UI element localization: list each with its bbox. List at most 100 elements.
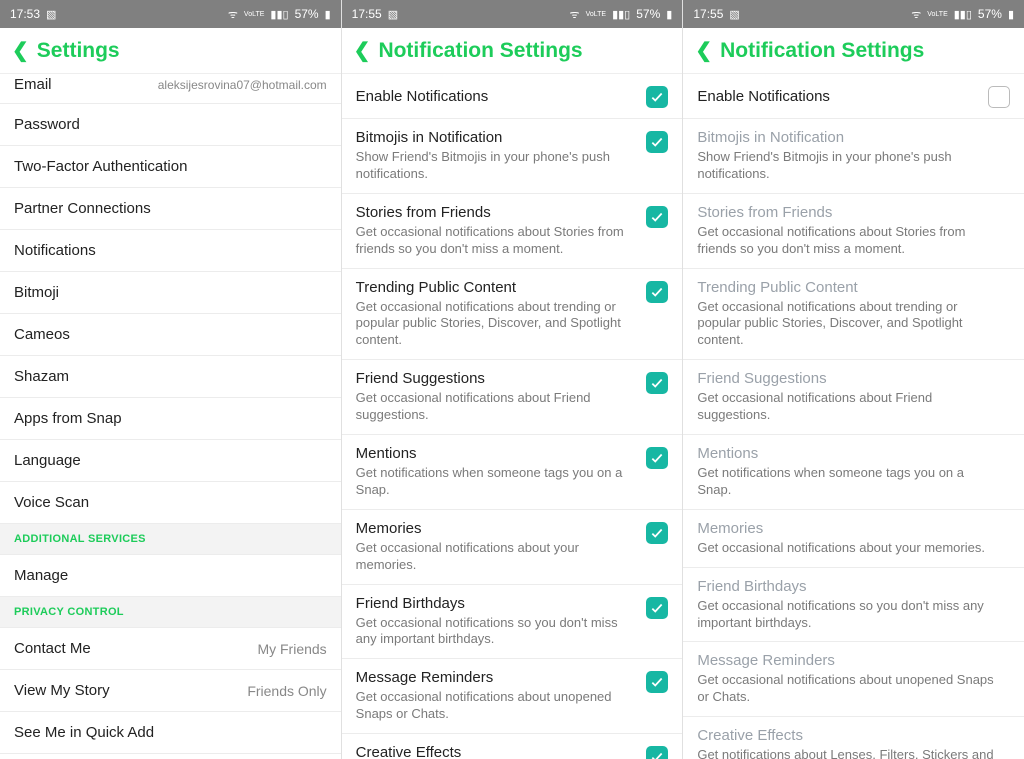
section-additional-services: ADDITIONAL SERVICES [0,524,341,555]
notification-row-title: Mentions [697,445,1000,462]
notification-row: Friend Suggestions Get occasional notific… [683,360,1024,435]
settings-row-email[interactable]: Email aleksijesrovina07@hotmail.com [0,74,341,104]
notification-row[interactable]: Trending Public Content Get occasional no… [342,269,683,361]
notification-row-title: Trending Public Content [356,279,637,296]
notification-row-title: Stories from Friends [697,204,1000,221]
enable-notifications-row[interactable]: Enable Notifications [342,74,683,119]
wifi-icon: ᯤ [570,7,580,22]
back-chevron-icon[interactable]: ❮ [12,38,29,63]
volte-icon: VoLTE [244,11,265,18]
notification-row: Stories from FriendsGet occasional notif… [683,194,1024,269]
checkbox-checked-icon[interactable] [646,746,668,759]
settings-row-view-my-story[interactable]: View My Story Friends Only [0,670,341,712]
checkbox-checked-icon[interactable] [646,372,668,394]
notification-row-title: Bitmojis in Notification [697,129,1000,146]
notification-row-title: Memories [697,520,1000,537]
notification-row-subtitle: Get occasional notifications so you don'… [356,615,637,649]
battery-pct: 57% [295,7,319,21]
notification-list[interactable]: Enable NotificationsBitmojis in Notifica… [342,74,683,759]
notification-row-title: Friend Birthdays [697,578,1000,595]
settings-row-shazam[interactable]: Shazam [0,356,341,398]
notification-row-subtitle: Get occasional notifications about your … [356,540,637,574]
phone-notifications-enabled: 17:55 ▧ ᯤ VoLTE ▮▮▯ 57% ▮ ❮ Notification… [342,0,684,759]
notification-row-subtitle: Get notifications when someone tags you … [356,465,637,499]
checkbox-checked-icon[interactable] [646,522,668,544]
notification-row: Trending Public ContentGet occasional no… [683,269,1024,361]
back-chevron-icon[interactable]: ❮ [695,38,712,63]
settings-row-partner-connections[interactable]: Partner Connections [0,188,341,230]
notification-row[interactable]: Stories from FriendsGet occasional notif… [342,194,683,269]
page-header: ❮ Notification Settings [342,28,683,74]
notification-row-subtitle: Get occasional notifications so you don'… [697,598,1000,632]
notification-row[interactable]: Friend Birthdays Get occasional notificat… [342,585,683,660]
notification-row[interactable]: Message Reminders Get occasional notifica… [342,659,683,734]
notification-row-subtitle: Get notifications when someone tags you … [697,465,1000,499]
page-title: Notification Settings [720,39,924,63]
settings-row-cameos[interactable]: Cameos [0,314,341,356]
battery-icon: ▮ [666,8,672,21]
notification-row[interactable]: Creative EffectsGet notifications about … [342,734,683,759]
notification-row[interactable]: Friend SuggestionsGet occasional notific… [342,360,683,435]
notification-row-title: Message Reminders [356,669,637,686]
checkbox-checked-icon[interactable] [646,86,668,108]
notification-row[interactable]: Mentions Get notifications when someone t… [342,435,683,510]
battery-icon: ▮ [1008,8,1014,21]
notification-row-subtitle: Get occasional notifications about unope… [697,672,1000,706]
settings-row-language[interactable]: Language [0,440,341,482]
checkbox-checked-icon[interactable] [646,447,668,469]
picture-icon: ▧ [729,8,739,21]
notification-row-title: Friend Suggestions [697,370,1000,387]
page-header: ❮ Notification Settings [683,28,1024,74]
notification-row-title: Bitmojis in Notification [356,129,637,146]
wifi-icon: ᯤ [911,7,921,22]
wifi-icon: ᯤ [228,7,238,22]
settings-row-voice-scan[interactable]: Voice Scan [0,482,341,524]
checkbox-checked-icon[interactable] [646,281,668,303]
signal-icon: ▮▮▯ [954,8,972,21]
settings-row-2fa[interactable]: Two-Factor Authentication [0,146,341,188]
checkbox-unchecked-icon[interactable] [988,86,1010,108]
notification-row: Mentions Get notifications when someone t… [683,435,1024,510]
enable-notifications-title: Enable Notifications [697,88,978,105]
status-bar: 17:55 ▧ ᯤ VoLTE ▮▮▯ 57% ▮ [342,0,683,28]
picture-icon: ▧ [388,8,398,21]
status-bar: 17:53 ▧ ᯤ VoLTE ▮▮▯ 57% ▮ [0,0,341,28]
notification-row-title: Mentions [356,445,637,462]
notification-row-title: Creative Effects [356,744,637,759]
notification-row-title: Friend Birthdays [356,595,637,612]
notification-row-subtitle: Get occasional notifications about unope… [356,689,637,723]
settings-row-manage[interactable]: Manage [0,555,341,597]
notification-row-subtitle: Get occasional notifications about trend… [356,299,637,350]
settings-row-notifications[interactable]: Notifications [0,230,341,272]
phone-row: 17:53 ▧ ᯤ VoLTE ▮▮▯ 57% ▮ ❮ Settings Ema… [0,0,1024,759]
notification-row-title: Message Reminders [697,652,1000,669]
settings-row-apps-from-snap[interactable]: Apps from Snap [0,398,341,440]
settings-list[interactable]: Email aleksijesrovina07@hotmail.com Pass… [0,74,341,759]
settings-row-bitmoji[interactable]: Bitmoji [0,272,341,314]
signal-icon: ▮▮▯ [270,8,288,21]
notification-row: Creative EffectsGet notifications about … [683,717,1024,759]
checkbox-checked-icon[interactable] [646,597,668,619]
enable-notifications-row[interactable]: Enable Notifications [683,74,1024,119]
back-chevron-icon[interactable]: ❮ [354,38,371,63]
notification-row-subtitle: Get occasional notifications about Frien… [697,390,1000,424]
phone-settings: 17:53 ▧ ᯤ VoLTE ▮▮▯ 57% ▮ ❮ Settings Ema… [0,0,342,759]
settings-row-see-my-location[interactable]: See My Location [0,754,341,759]
notification-list[interactable]: Enable Notifications Bitmojis in Notifica… [683,74,1024,759]
notification-row-subtitle: Get occasional notifications about trend… [697,299,1000,350]
checkbox-checked-icon[interactable] [646,671,668,693]
settings-row-quick-add[interactable]: See Me in Quick Add [0,712,341,754]
notification-row[interactable]: Bitmojis in NotificationShow Friend's Bi… [342,119,683,194]
notification-row-subtitle: Get occasional notifications about Stori… [356,224,637,258]
volte-icon: VoLTE [586,11,607,18]
settings-row-contact-me[interactable]: Contact Me My Friends [0,628,341,670]
checkbox-checked-icon[interactable] [646,206,668,228]
notification-row[interactable]: Memories Get occasional notifications abo… [342,510,683,585]
checkbox-checked-icon[interactable] [646,131,668,153]
notification-row: Bitmojis in NotificationShow Friend's Bi… [683,119,1024,194]
page-title: Notification Settings [378,39,582,63]
notification-row-title: Memories [356,520,637,537]
phone-notifications-disabled: 17:55 ▧ ᯤ VoLTE ▮▮▯ 57% ▮ ❮ Notification… [683,0,1024,759]
status-bar: 17:55 ▧ ᯤ VoLTE ▮▮▯ 57% ▮ [683,0,1024,28]
settings-row-password[interactable]: Password [0,104,341,146]
